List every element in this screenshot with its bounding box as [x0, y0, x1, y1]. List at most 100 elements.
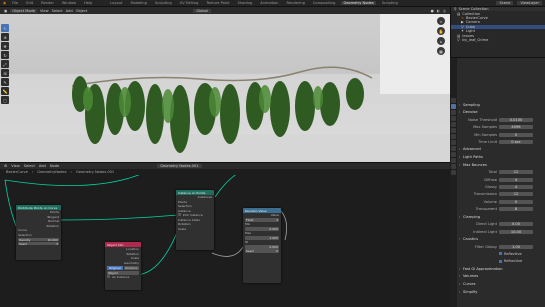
render-tab-icon[interactable] — [451, 104, 456, 109]
distribute-points-node[interactable]: Distribute Points on Curve Points Tangen… — [16, 205, 61, 260]
field-value[interactable]: 1.00 — [499, 244, 533, 249]
tool-tab-icon[interactable] — [451, 98, 456, 103]
outliner-filter-icon[interactable]: ⚲ — [454, 7, 457, 11]
workspace-tab-modeling[interactable]: Modeling — [129, 1, 149, 5]
as-instance-row[interactable]: As Instance — [105, 275, 141, 280]
node-editor-canvas[interactable]: Distribute Points on Curve Points Tangen… — [0, 175, 450, 307]
physics-tab-icon[interactable] — [451, 152, 456, 157]
field-value[interactable]: 0 — [499, 132, 533, 137]
workspace-tab-shading[interactable]: Shading — [236, 1, 255, 5]
field-value[interactable]: 4096 — [499, 125, 533, 130]
min-field[interactable]: 0.000 — [245, 227, 279, 231]
transform-tool-icon[interactable]: ⊞ — [1, 69, 9, 77]
node-menu-add[interactable]: Add — [39, 164, 46, 168]
camera-view-icon[interactable]: ⌂ — [437, 37, 445, 45]
workspace-tab-compositing[interactable]: Compositing — [311, 1, 338, 5]
shading-solid-icon[interactable]: ● — [431, 9, 434, 13]
properties-section-header[interactable]: › Advanced — [459, 147, 544, 152]
properties-section-header[interactable]: › Fast GI Approximation — [459, 266, 544, 271]
menu-render[interactable]: Render — [39, 1, 56, 5]
seed-field[interactable]: Seed 3 — [18, 241, 59, 246]
node-menu-select[interactable]: Select — [24, 164, 35, 168]
viewport-menu-add[interactable]: Add — [66, 9, 73, 13]
node-editor-type-icon[interactable]: ⚙ — [4, 164, 7, 168]
properties-section-header[interactable]: › Simplify — [459, 289, 544, 294]
field-value[interactable]: 12 — [499, 170, 533, 175]
relative-toggle[interactable]: Relative — [123, 266, 139, 270]
field-value[interactable]: 4 — [499, 177, 533, 182]
properties-section-header[interactable]: › Clamping — [459, 214, 544, 219]
object-field[interactable]: Object — [107, 271, 139, 275]
breadcrumb-tree[interactable]: Geometry Nodes.001 — [76, 170, 114, 174]
cursor-tool-icon[interactable]: ↖ — [1, 24, 9, 32]
editor-type-icon[interactable]: ▣ — [4, 9, 7, 13]
menu-edit[interactable]: Edit — [24, 1, 35, 5]
checkbox[interactable] — [499, 252, 502, 256]
scene-tab-icon[interactable] — [451, 122, 456, 127]
menu-help[interactable]: Help — [82, 1, 94, 5]
node-tree-selector[interactable]: Geometry Nodes.001 — [157, 164, 202, 168]
max-field[interactable]: 1.000 — [245, 236, 279, 240]
output-tab-icon[interactable] — [451, 110, 456, 115]
shading-rendered-icon[interactable]: ◎ — [443, 9, 446, 13]
3d-viewport[interactable] — [0, 14, 450, 162]
object-info-node[interactable]: Object Info Location Rotation Scale Geom… — [105, 242, 141, 290]
workspace-tab-texture-paint[interactable]: Texture Paint — [204, 1, 231, 5]
field-value[interactable]: 0.0100 — [499, 117, 533, 122]
cursor-3d-tool-icon[interactable]: ⊕ — [1, 33, 9, 41]
modifier-tab-icon[interactable] — [451, 140, 456, 145]
outliner-item-ivy-leaf[interactable]: ▽ Ivy_leaf_Grime — [451, 38, 545, 42]
add-cube-tool-icon[interactable]: ▢ — [1, 96, 9, 104]
workspace-tab-animation[interactable]: Animation — [258, 1, 280, 5]
properties-section-header[interactable]: › Denoise — [459, 110, 544, 115]
material-tab-icon[interactable] — [451, 170, 456, 175]
workspace-tab-sculpting[interactable]: Sculpting — [153, 1, 174, 5]
particles-tab-icon[interactable] — [451, 146, 456, 151]
view-layer-tab-icon[interactable] — [451, 116, 456, 121]
random-value-node[interactable]: Random Value Value Float ▾ Min 0.000 Max … — [243, 208, 281, 283]
instance-on-points-node[interactable]: Instance on Points Instances Points Sele… — [176, 190, 214, 250]
workspace-tab-rendering[interactable]: Rendering — [285, 1, 307, 5]
value-field[interactable]: 0.000 — [245, 245, 279, 249]
scene-selector[interactable]: Scene — [496, 1, 514, 5]
object-mode-dropdown[interactable]: Object Mode — [10, 8, 38, 13]
checkbox[interactable] — [499, 259, 502, 263]
rotate-tool-icon[interactable]: ↻ — [1, 51, 9, 59]
workspace-tab-geometry-nodes[interactable]: Geometry Nodes — [341, 1, 376, 5]
field-value[interactable]: 12 — [499, 192, 533, 197]
menu-window[interactable]: Window — [60, 1, 78, 5]
properties-section-header[interactable]: › Max Bounces — [459, 162, 544, 167]
shading-material-icon[interactable]: ◐ — [437, 9, 440, 13]
workspace-tab-layout[interactable]: Layout — [108, 1, 124, 5]
blender-logo-icon[interactable]: ◉ — [3, 1, 6, 5]
data-tab-icon[interactable] — [451, 164, 456, 169]
density-field[interactable]: Density 10.000 — [18, 237, 59, 242]
world-tab-icon[interactable] — [451, 128, 456, 133]
original-toggle[interactable]: Original — [107, 266, 123, 270]
field-value[interactable]: 0 sec — [499, 139, 533, 144]
measure-tool-icon[interactable]: 📏 — [1, 87, 9, 95]
field-value[interactable]: 0 — [499, 199, 533, 204]
pan-hand-icon[interactable]: ✋ — [437, 27, 445, 35]
orientation-dropdown[interactable]: Global — [193, 8, 211, 13]
viewport-menu-view[interactable]: View — [40, 9, 49, 13]
properties-section-header[interactable]: › Curves — [459, 281, 544, 286]
properties-section-header[interactable]: › Light Paths — [459, 154, 544, 159]
field-value[interactable]: 4 — [499, 184, 533, 189]
properties-section-header[interactable]: › Volumes — [459, 274, 544, 279]
workspace-tab-uv-editing[interactable]: UV Editing — [178, 1, 201, 5]
breadcrumb-object[interactable]: BezierCurve — [6, 170, 28, 174]
viewport-menu-object[interactable]: Object — [76, 9, 88, 13]
node-menu-node[interactable]: Node — [50, 164, 59, 168]
workspace-tab-scripting[interactable]: Scripting — [380, 1, 400, 5]
object-tab-icon[interactable] — [451, 134, 456, 139]
scale-tool-icon[interactable]: ⤢ — [1, 60, 9, 68]
annotate-tool-icon[interactable]: ✎ — [1, 78, 9, 86]
field-value[interactable]: 10.00 — [499, 229, 533, 234]
node-menu-view[interactable]: View — [11, 164, 20, 168]
field-value[interactable]: 8 — [499, 207, 533, 212]
data-type-dropdown[interactable]: Float ▾ — [245, 218, 279, 222]
seed-field[interactable]: Seed 0 — [245, 249, 279, 253]
properties-section-header[interactable]: › Sampling — [459, 102, 544, 107]
breadcrumb-modifier[interactable]: GeometryNodes — [37, 170, 66, 174]
